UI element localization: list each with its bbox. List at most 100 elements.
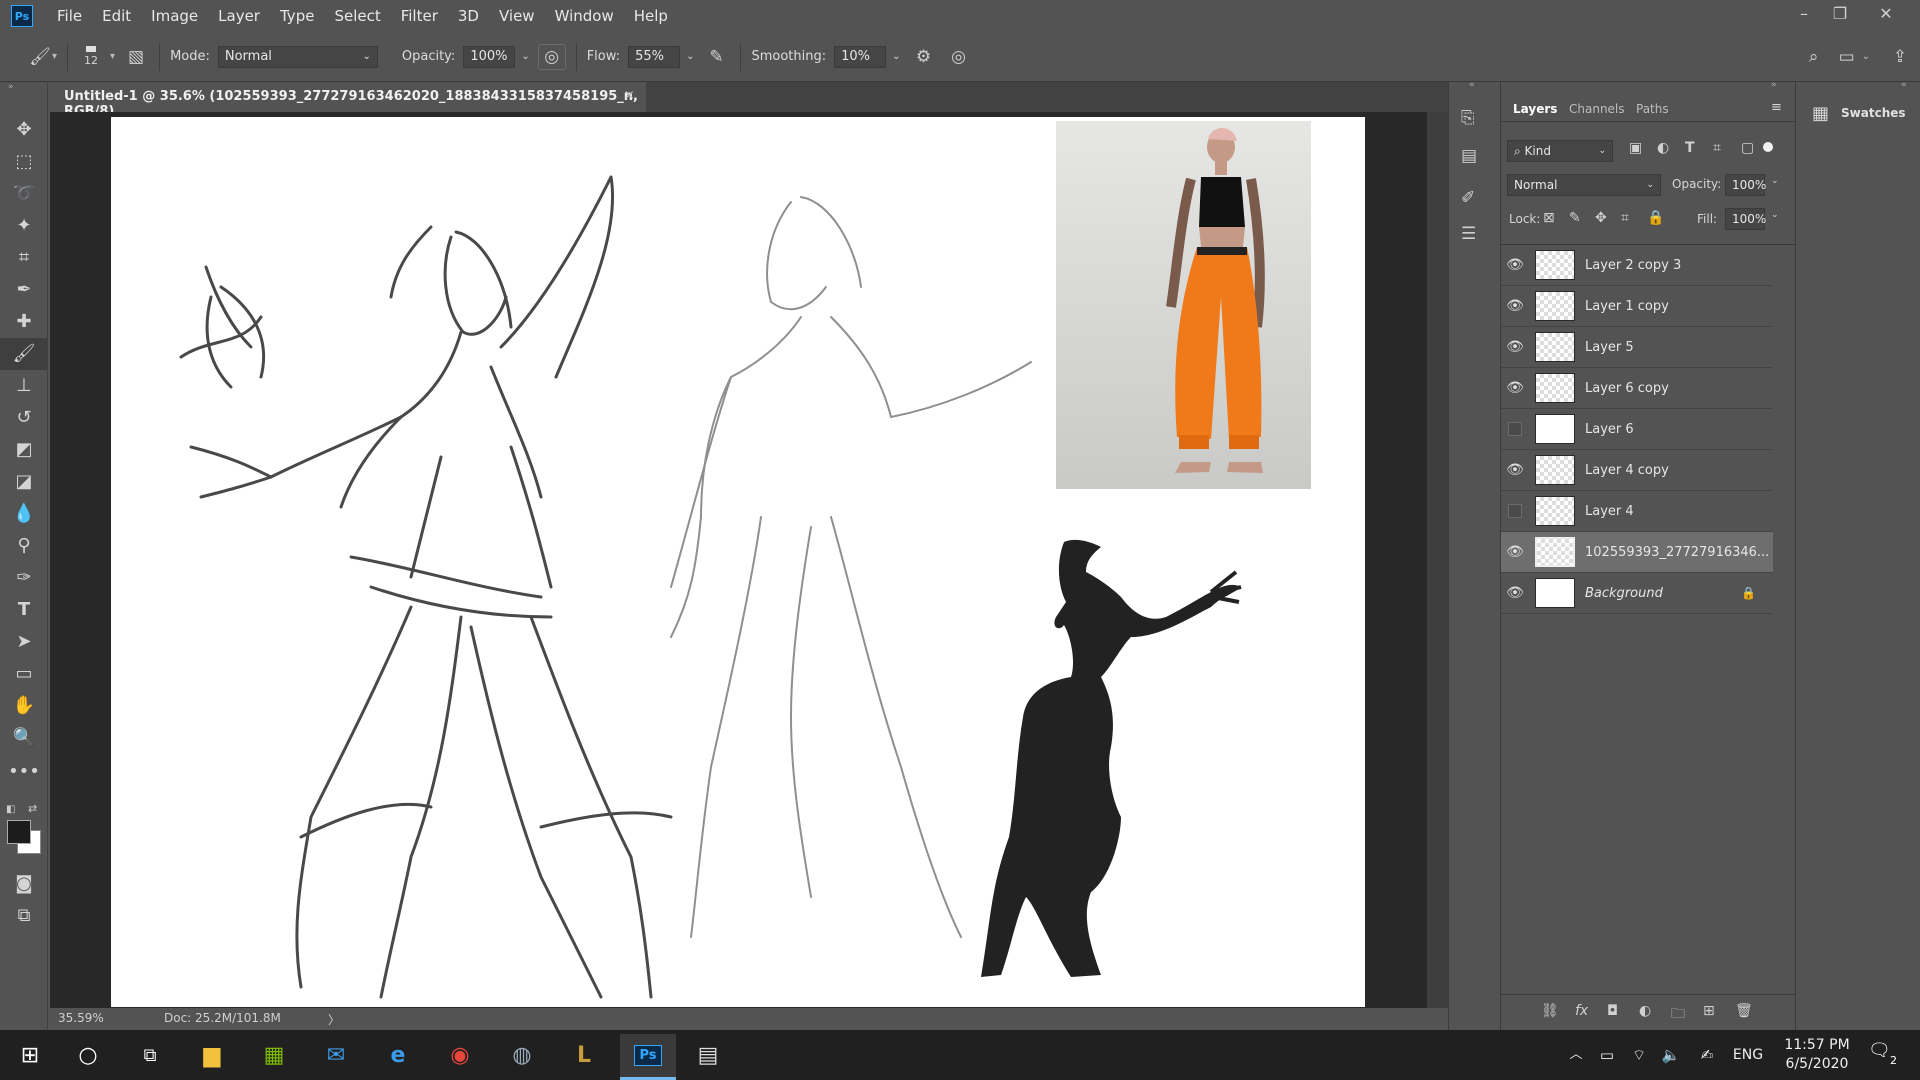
chevron-down-icon[interactable]: ⌄: [1771, 210, 1779, 220]
lock-position-icon[interactable]: ✥: [1595, 210, 1607, 226]
visibility-off-box[interactable]: [1508, 504, 1522, 518]
healing-brush-tool-icon[interactable]: ✚: [0, 306, 48, 338]
league-client-icon[interactable]: L: [564, 1038, 604, 1072]
gear-icon[interactable]: ⚙: [909, 47, 939, 67]
visibility-eye-icon[interactable]: 👁: [1501, 544, 1529, 560]
layer-row[interactable]: 👁 Layer 6 copy: [1501, 368, 1773, 409]
filter-shape-icon[interactable]: ⌗: [1713, 140, 1721, 156]
link-layers-icon[interactable]: ⛓: [1541, 1003, 1559, 1019]
lock-pixels-icon[interactable]: ✎: [1569, 210, 1581, 226]
document-canvas[interactable]: [111, 117, 1365, 1007]
panel-menu-icon[interactable]: ≡: [1771, 100, 1782, 115]
adjustments-panel-icon[interactable]: ☰: [1461, 224, 1476, 244]
menu-view[interactable]: View: [489, 7, 545, 25]
steam-icon[interactable]: ◍: [502, 1038, 542, 1072]
menu-3d[interactable]: 3D: [448, 7, 489, 25]
quick-mask-icon[interactable]: ◙: [0, 868, 48, 900]
blend-mode-select[interactable]: Normal ⌄: [1507, 174, 1661, 196]
swap-colors-icon[interactable]: ⇄: [28, 802, 37, 815]
brush-panel-toggle-icon[interactable]: ▧: [123, 47, 149, 67]
brush-settings-panel-icon[interactable]: ✐: [1461, 188, 1475, 208]
action-center-icon[interactable]: 🗨 2: [1868, 1040, 1908, 1070]
dropdown-arrow-icon[interactable]: ▾: [110, 51, 115, 62]
crop-tool-icon[interactable]: ⌗: [0, 242, 48, 274]
lock-all-icon[interactable]: 🔒: [1647, 210, 1664, 226]
menu-type[interactable]: Type: [270, 7, 324, 25]
more-tools-icon[interactable]: •••: [0, 756, 48, 788]
layer-row[interactable]: Layer 6: [1501, 409, 1773, 450]
type-tool-icon[interactable]: T: [0, 594, 48, 626]
layer-row[interactable]: 👁 Layer 2 copy 3: [1501, 245, 1773, 286]
properties-panel-icon[interactable]: ▤: [1461, 146, 1477, 166]
mode-select[interactable]: Normal ⌄: [217, 45, 378, 68]
menu-image[interactable]: Image: [141, 7, 208, 25]
search-icon[interactable]: ⌕: [1796, 47, 1832, 67]
share-icon[interactable]: ⇪: [1880, 47, 1920, 67]
lasso-tool-icon[interactable]: ➰: [0, 178, 48, 210]
history-panel-icon[interactable]: ⎘: [1461, 108, 1475, 128]
blur-tool-icon[interactable]: 💧: [0, 498, 48, 530]
foreground-color-swatch[interactable]: [7, 820, 31, 844]
filter-smart-object-icon[interactable]: ▢: [1741, 140, 1754, 156]
photoshop-taskbar-button[interactable]: Ps: [620, 1034, 676, 1080]
vertical-scrollbar[interactable]: [1427, 112, 1448, 1009]
flow-input[interactable]: 55%: [628, 45, 681, 68]
windows-start-icon[interactable]: ⊞: [10, 1038, 50, 1072]
restore-icon[interactable]: ❐: [1822, 4, 1858, 26]
app-window-icon[interactable]: ▤: [688, 1038, 728, 1072]
dodge-tool-icon[interactable]: ⚲: [0, 530, 48, 562]
collapse-icon[interactable]: «: [1901, 80, 1907, 90]
adjustment-layer-icon[interactable]: ◐: [1639, 1003, 1651, 1019]
microsoft-store-icon[interactable]: ▦: [254, 1038, 294, 1072]
tab-paths[interactable]: Paths: [1636, 102, 1669, 116]
filter-toggle-icon[interactable]: [1763, 142, 1773, 152]
brush-size-picker[interactable]: 12: [78, 46, 104, 67]
airbrush-icon[interactable]: ✎: [702, 47, 730, 67]
rectangle-tool-icon[interactable]: ▭: [0, 658, 48, 690]
chevron-down-icon[interactable]: ⌄: [1771, 176, 1779, 186]
brush-tool-icon[interactable]: 🖌: [0, 338, 48, 370]
file-explorer-icon[interactable]: ▆: [192, 1038, 232, 1072]
volume-icon[interactable]: 🔈: [1656, 1030, 1686, 1080]
pen-workspace-icon[interactable]: ✍: [1690, 1030, 1724, 1080]
collapse-left-icon[interactable]: «: [1469, 80, 1475, 90]
menu-layer[interactable]: Layer: [208, 7, 270, 25]
visibility-eye-icon[interactable]: 👁: [1501, 585, 1529, 601]
layer-opacity-input[interactable]: 100%: [1725, 174, 1766, 196]
filter-adjustment-icon[interactable]: ◐: [1657, 140, 1669, 156]
lock-artboard-icon[interactable]: ⌗: [1621, 210, 1629, 226]
layer-row-selected[interactable]: 👁 102559393_27727916346...: [1501, 532, 1773, 573]
chrome-browser-icon[interactable]: ◉: [440, 1038, 480, 1072]
show-hidden-icons-icon[interactable]: ︿: [1562, 1030, 1590, 1080]
visibility-off-box[interactable]: [1508, 422, 1522, 436]
marquee-tool-icon[interactable]: ⬚: [0, 146, 48, 178]
magic-wand-tool-icon[interactable]: ✦: [0, 210, 48, 242]
layer-filter-kind-select[interactable]: ⌕ Kind ⌄: [1507, 140, 1613, 162]
language-indicator[interactable]: ENG: [1728, 1030, 1768, 1080]
filter-pixel-icon[interactable]: ▣: [1629, 140, 1642, 156]
zoom-tool-icon[interactable]: 🔍: [0, 722, 48, 754]
pressure-opacity-icon[interactable]: ◎: [537, 43, 566, 70]
fx-icon[interactable]: fx: [1575, 1003, 1588, 1019]
add-mask-icon[interactable]: ◘: [1607, 1003, 1618, 1019]
workspace-icon[interactable]: ▭: [1832, 47, 1862, 67]
menu-select[interactable]: Select: [324, 7, 390, 25]
delete-layer-icon[interactable]: 🗑: [1735, 1003, 1753, 1019]
eyedropper-tool-icon[interactable]: ✒: [0, 274, 48, 306]
visibility-eye-icon[interactable]: 👁: [1501, 298, 1529, 314]
move-tool-icon[interactable]: ✥: [0, 114, 48, 146]
mail-icon[interactable]: ✉: [316, 1038, 356, 1072]
menu-window[interactable]: Window: [545, 7, 624, 25]
dropdown-arrow-icon[interactable]: ▾: [52, 51, 57, 62]
tab-layers[interactable]: Layers: [1513, 102, 1557, 116]
close-tab-icon[interactable]: ×: [624, 88, 635, 103]
clock[interactable]: 11:57 PM 6/5/2020: [1776, 1036, 1858, 1074]
edge-browser-icon[interactable]: e: [378, 1038, 418, 1072]
new-group-icon[interactable]: 🗀: [1671, 1003, 1685, 1027]
layer-row[interactable]: 👁 Background 🔒: [1501, 573, 1773, 614]
task-view-icon[interactable]: ⧉: [130, 1038, 170, 1072]
paint-bucket-tool-icon[interactable]: ◪: [0, 466, 48, 498]
swatches-panel-button[interactable]: ▦ Swatches: [1796, 96, 1920, 130]
battery-icon[interactable]: ▭: [1592, 1030, 1622, 1080]
pressure-size-icon[interactable]: ◎: [939, 47, 979, 67]
